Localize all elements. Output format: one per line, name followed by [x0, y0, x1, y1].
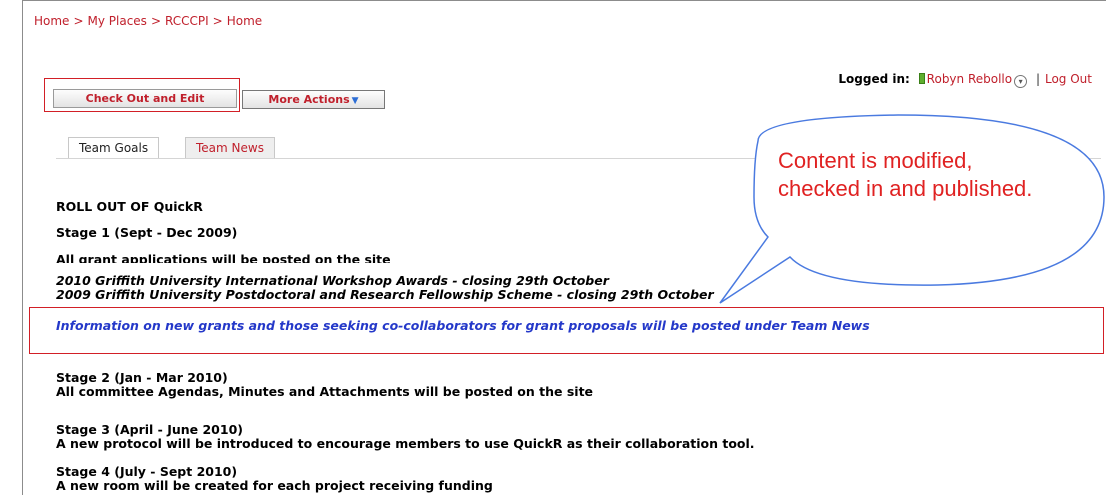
stage-2-description: All committee Agendas, Minutes and Attac… [56, 384, 594, 399]
breadcrumb-home[interactable]: Home [34, 14, 69, 28]
callout-text: Content is modified, checked in and publ… [778, 147, 1106, 203]
callout-shape [719, 114, 1105, 304]
logout-link[interactable]: Log Out [1045, 72, 1092, 86]
breadcrumb-rcccpi[interactable]: RCCCPI [165, 14, 209, 28]
tab-team-goals[interactable]: Team Goals [68, 137, 160, 159]
breadcrumb-current-home[interactable]: Home [227, 14, 262, 28]
content-heading: ROLL OUT OF QuickR [56, 199, 203, 214]
tab-team-news[interactable]: Team News [185, 137, 275, 159]
logged-in-label: Logged in: [838, 72, 910, 86]
login-status: Logged in: Robyn Rebollo ▾ | Log Out [838, 72, 1092, 88]
callout-line-2: checked in and published. [778, 176, 1033, 201]
breadcrumb-my-places[interactable]: My Places [88, 14, 147, 28]
presence-icon [918, 73, 925, 84]
stage-1-description: All grant applications will be posted on… [56, 252, 391, 263]
grant-item-2: 2009 Griffith University Postdoctoral an… [56, 287, 714, 302]
check-out-and-edit-button[interactable]: Check Out and Edit [53, 89, 237, 108]
stage-3-title: Stage 3 (April - June 2010) [56, 422, 243, 437]
stage-3-description: A new protocol will be introduced to enc… [56, 436, 755, 451]
stage-1-title: Stage 1 (Sept - Dec 2009) [56, 225, 238, 240]
more-actions-label: More Actions [268, 93, 350, 106]
stage-4-title: Stage 4 (July - Sept 2010) [56, 464, 238, 479]
stage-4-description: A new room will be created for each proj… [56, 478, 493, 493]
user-name-link[interactable]: Robyn Rebollo [927, 72, 1012, 86]
more-actions-button[interactable]: More Actions ▼ [242, 90, 385, 109]
grant-item-1: 2010 Griffith University International W… [56, 273, 609, 288]
dropdown-caret-icon: ▼ [351, 96, 359, 106]
stage-2-title: Stage 2 (Jan - Mar 2010) [56, 370, 228, 385]
user-menu-chevron-icon[interactable]: ▾ [1014, 75, 1028, 88]
callout-line-1: Content is modified, [778, 148, 973, 173]
breadcrumb: Home > My Places > RCCCPI > Home [34, 14, 263, 28]
callout-bubble [719, 114, 1105, 304]
